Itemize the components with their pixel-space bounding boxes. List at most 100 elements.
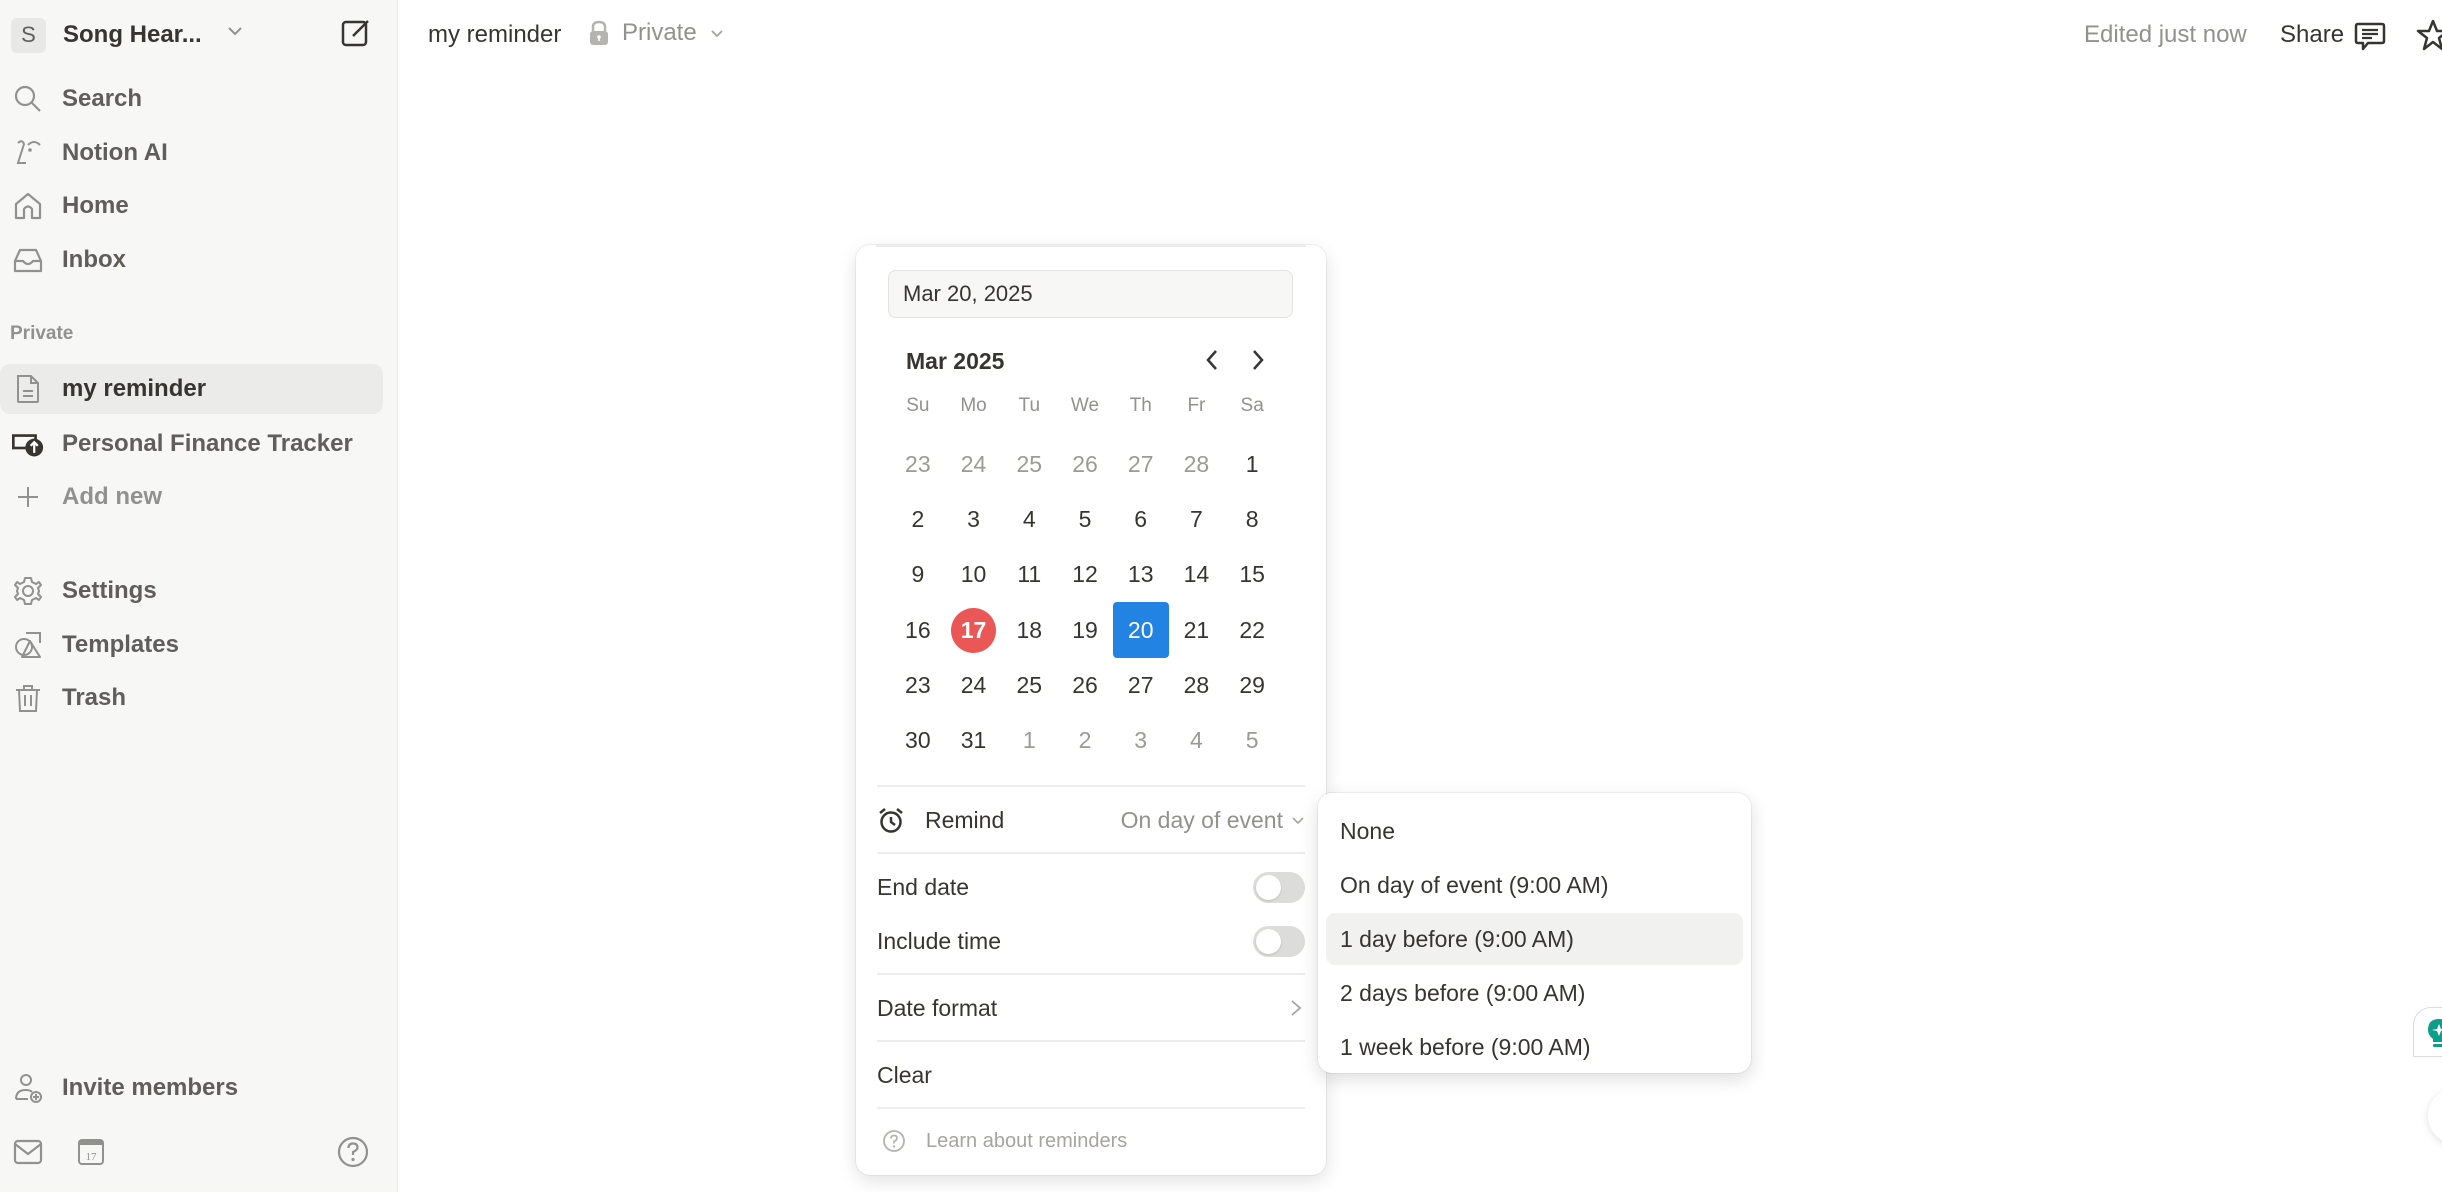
remind-option[interactable]: None bbox=[1326, 805, 1743, 857]
weekday-header: Su Mo Tu We Th Fr Sa bbox=[890, 395, 1280, 417]
calendar-day[interactable]: 26 bbox=[1057, 658, 1113, 713]
calendar-day[interactable]: 15 bbox=[1224, 547, 1280, 602]
include-time-toggle[interactable] bbox=[1253, 925, 1305, 957]
calendar-day-number: 16 bbox=[905, 616, 931, 643]
sidebar-item-notion-ai[interactable]: Notion AI bbox=[0, 128, 383, 178]
calendar-day[interactable]: 21 bbox=[1169, 603, 1225, 658]
calendar-day[interactable]: 27 bbox=[1113, 437, 1169, 492]
calendar-day[interactable]: 30 bbox=[890, 713, 946, 768]
end-date-toggle[interactable] bbox=[1253, 871, 1305, 903]
next-month-button[interactable] bbox=[1242, 345, 1272, 375]
chevron-down-icon[interactable] bbox=[224, 20, 246, 42]
calendar-day[interactable]: 23 bbox=[890, 437, 946, 492]
share-button[interactable]: Share bbox=[2280, 21, 2344, 49]
sidebar-item-trash[interactable]: Trash bbox=[0, 673, 383, 723]
remind-select[interactable]: On day of event bbox=[1121, 807, 1305, 834]
invite-members-button[interactable]: Invite members bbox=[0, 1063, 383, 1113]
remind-option[interactable]: 2 days before (9:00 AM) bbox=[1326, 967, 1743, 1019]
remind-option[interactable]: 1 week before (9:00 AM) bbox=[1326, 1021, 1743, 1073]
calendar-day[interactable]: 25 bbox=[1001, 658, 1057, 713]
calendar-day[interactable]: 24 bbox=[946, 658, 1002, 713]
calendar-day[interactable]: 1 bbox=[1224, 437, 1280, 492]
remind-option-label: 1 week before (9:00 AM) bbox=[1340, 1033, 1591, 1060]
calendar-day[interactable]: 2 bbox=[1057, 713, 1113, 768]
section-label-private[interactable]: Private bbox=[10, 323, 73, 345]
calendar-day[interactable]: 11 bbox=[1001, 547, 1057, 602]
calendar-day[interactable]: 23 bbox=[890, 658, 946, 713]
calendar-day[interactable]: 5 bbox=[1224, 713, 1280, 768]
help-icon[interactable] bbox=[336, 1135, 370, 1169]
privacy-selector[interactable]: Private bbox=[588, 19, 725, 47]
calendar-day[interactable]: 3 bbox=[1113, 713, 1169, 768]
include-time-row[interactable]: Include time bbox=[877, 916, 1305, 966]
remind-option[interactable]: 1 day before (9:00 AM) bbox=[1326, 913, 1743, 965]
calendar-day[interactable]: 24 bbox=[946, 437, 1002, 492]
date-format-row[interactable]: Date format bbox=[877, 983, 1305, 1033]
calendar-day-number: 10 bbox=[960, 561, 987, 588]
calendar-day[interactable]: 5 bbox=[1057, 492, 1113, 547]
divider bbox=[877, 852, 1305, 854]
ai-helper-button[interactable] bbox=[2413, 1007, 2442, 1057]
sidebar-item-my-reminder[interactable]: my reminder bbox=[0, 364, 383, 414]
calendar-icon[interactable]: 17 bbox=[74, 1135, 108, 1169]
comment-icon[interactable] bbox=[2354, 20, 2386, 52]
new-page-icon[interactable] bbox=[340, 17, 372, 49]
learn-about-reminders-link[interactable]: Learn about reminders bbox=[882, 1125, 1127, 1157]
calendar-day[interactable]: 16 bbox=[890, 603, 946, 658]
date-input[interactable]: Mar 20, 2025 bbox=[888, 270, 1293, 318]
calendar-day-selected[interactable]: 20 bbox=[1112, 602, 1169, 659]
sidebar-item-search[interactable]: Search bbox=[0, 74, 383, 124]
remind-row[interactable]: Remind On day of event bbox=[877, 795, 1305, 845]
calendar-day[interactable]: 6 bbox=[1113, 492, 1169, 547]
divider bbox=[877, 785, 1305, 787]
calendar-day[interactable]: 26 bbox=[1057, 437, 1113, 492]
calendar-day-number: 31 bbox=[960, 727, 987, 754]
calendar-day[interactable]: 18 bbox=[1001, 603, 1057, 658]
calendar-day[interactable]: 27 bbox=[1113, 658, 1169, 713]
sidebar-footer: 17 bbox=[0, 1135, 398, 1175]
notion-ai-icon bbox=[16, 140, 41, 164]
calendar-day[interactable]: 19 bbox=[1057, 603, 1113, 658]
calendar-day[interactable]: 29 bbox=[1224, 658, 1280, 713]
sidebar-item-inbox[interactable]: Inbox bbox=[0, 235, 383, 285]
remind-options-menu: None On day of event (9:00 AM) 1 day befor… bbox=[1318, 793, 1751, 1073]
workspace-switcher[interactable]: S Song Hear... bbox=[11, 17, 202, 53]
calendar-day[interactable]: 4 bbox=[1001, 492, 1057, 547]
end-date-row[interactable]: End date bbox=[877, 862, 1305, 912]
remind-option[interactable]: On day of event (9:00 AM) bbox=[1326, 859, 1743, 911]
calendar-day[interactable]: 14 bbox=[1169, 547, 1225, 602]
page-title-breadcrumb[interactable]: my reminder bbox=[428, 21, 561, 49]
calendar-day[interactable]: 1 bbox=[1001, 713, 1057, 768]
calendar-day-number: 4 bbox=[1190, 727, 1203, 754]
star-icon[interactable] bbox=[2416, 18, 2442, 52]
sidebar-item-home[interactable]: Home bbox=[0, 181, 383, 231]
calendar-day[interactable]: 12 bbox=[1057, 547, 1113, 602]
calendar-day[interactable]: 7 bbox=[1169, 492, 1225, 547]
add-new-page-button[interactable]: Add new bbox=[0, 472, 383, 522]
calendar-day[interactable]: 25 bbox=[1001, 437, 1057, 492]
calendar-day[interactable]: 10 bbox=[946, 547, 1002, 602]
calendar-day[interactable]: 8 bbox=[1224, 492, 1280, 547]
calendar-day[interactable]: 3 bbox=[946, 492, 1002, 547]
sidebar-item-label: Add new bbox=[62, 483, 162, 510]
calendar-day-today[interactable]: 17 bbox=[946, 603, 1002, 658]
calendar-day[interactable]: 28 bbox=[1169, 437, 1225, 492]
floating-action-button[interactable] bbox=[2428, 1088, 2442, 1144]
calendar-day[interactable]: 28 bbox=[1169, 658, 1225, 713]
calendar-day-number: 12 bbox=[1072, 561, 1098, 588]
sidebar-item-settings[interactable]: Settings bbox=[0, 566, 383, 616]
remind-option-label: On day of event (9:00 AM) bbox=[1340, 871, 1609, 898]
sidebar-item-templates[interactable]: Templates bbox=[0, 620, 383, 670]
calendar-day[interactable]: 13 bbox=[1113, 547, 1169, 602]
calendar-day-number: 1 bbox=[1245, 451, 1259, 478]
calendar-day[interactable]: 31 bbox=[946, 713, 1002, 768]
calendar-day[interactable]: 22 bbox=[1224, 603, 1280, 658]
calendar-day[interactable]: 4 bbox=[1169, 713, 1225, 768]
clear-button[interactable]: Clear bbox=[877, 1050, 1305, 1100]
mail-icon[interactable] bbox=[12, 1135, 46, 1169]
calendar-day[interactable]: 2 bbox=[890, 492, 946, 547]
calendar-day[interactable]: 9 bbox=[890, 547, 946, 602]
previous-month-button[interactable] bbox=[1198, 345, 1228, 375]
sidebar-item-personal-finance-tracker[interactable]: Personal Finance Tracker bbox=[0, 419, 383, 469]
sidebar-item-label: Notion AI bbox=[62, 139, 168, 166]
